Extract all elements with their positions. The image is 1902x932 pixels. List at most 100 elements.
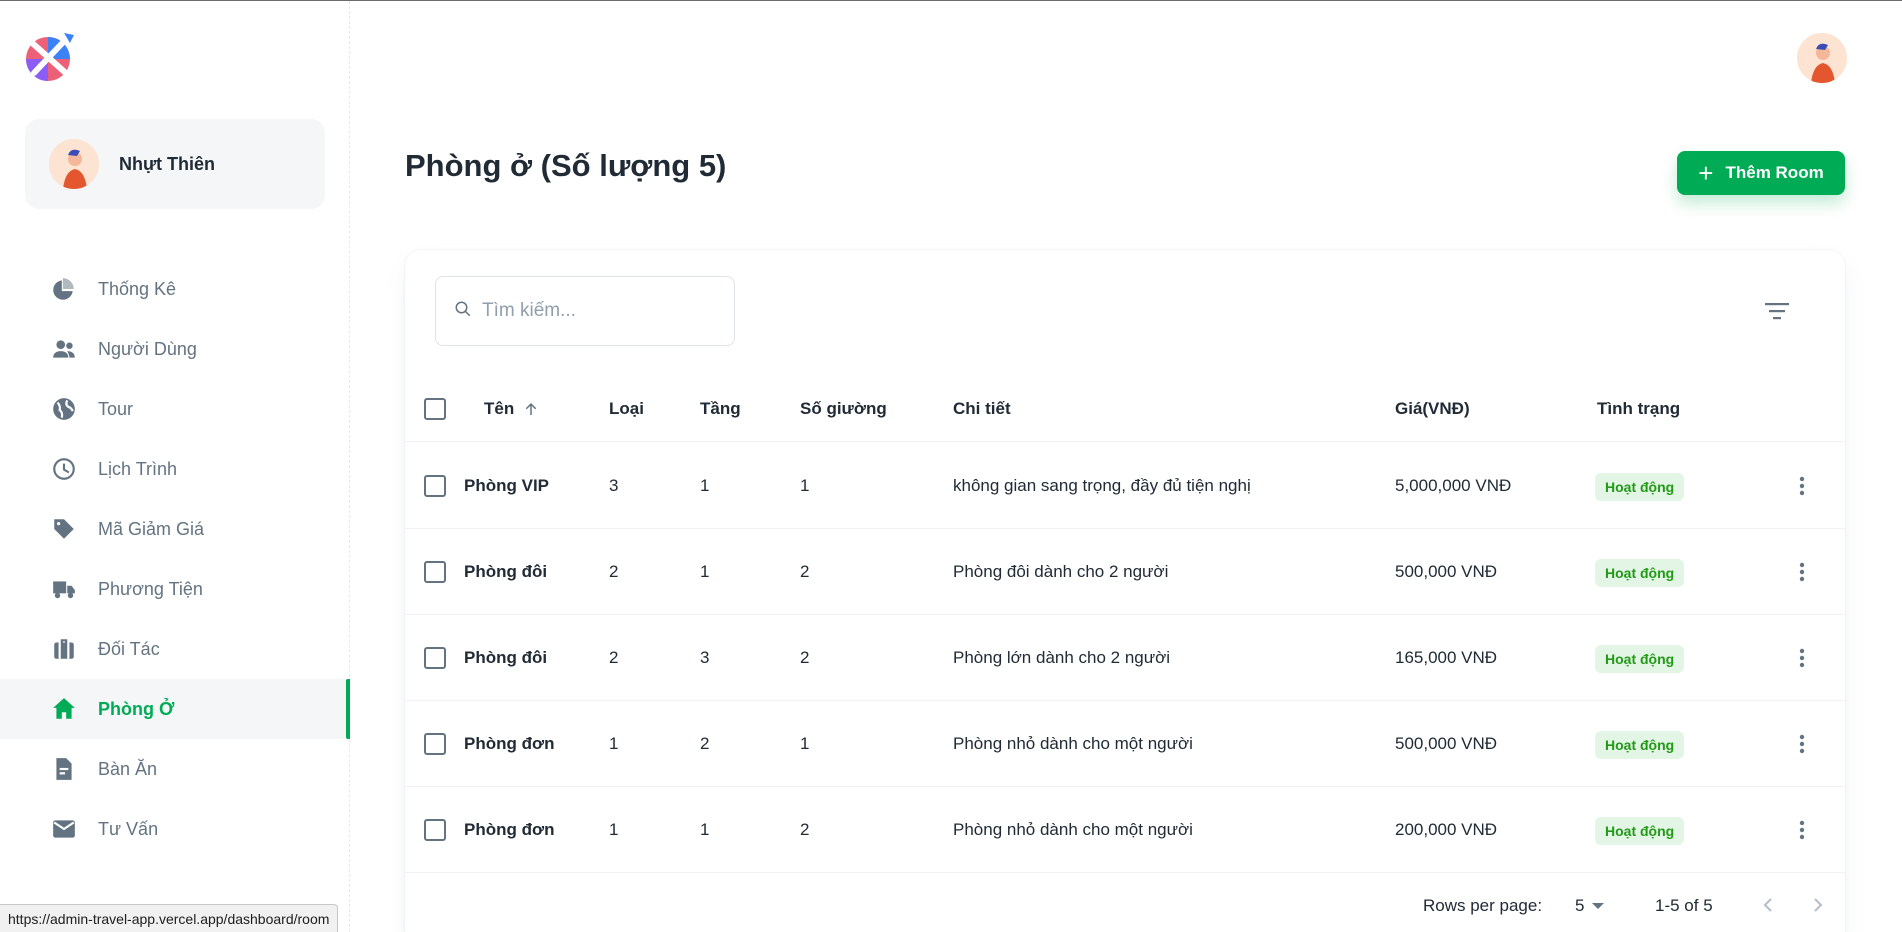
sidebar-item-label: Phòng Ở [98, 698, 175, 719]
sidebar-item-label: Người Dùng [98, 338, 197, 359]
sidebar-item-ban-an[interactable]: Bàn Ăn [0, 739, 350, 799]
sidebar-item-phong-o[interactable]: Phòng Ở [0, 679, 350, 739]
room-beds: 2 [800, 562, 810, 581]
rows-per-page-label: Rows per page: [1423, 896, 1543, 915]
column-header-beds[interactable]: Số giường [800, 376, 887, 442]
more-vertical-icon[interactable] [1790, 560, 1814, 584]
truck-icon [50, 575, 78, 603]
room-floor: 2 [700, 734, 710, 753]
people-icon [50, 335, 78, 363]
room-detail: Phòng đôi dành cho 2 người [953, 562, 1169, 581]
row-checkbox[interactable] [424, 647, 446, 669]
room-beds: 1 [800, 734, 810, 753]
filter-list-button[interactable] [1761, 296, 1793, 326]
table-row[interactable]: Phòng VIP 3 1 1 không gian sang trọng, đ… [405, 443, 1845, 529]
status-badge: Hoạt động [1595, 731, 1685, 759]
room-beds: 2 [800, 648, 810, 667]
sidebar-item-label: Lịch Trình [98, 458, 178, 479]
select-all-checkbox[interactable] [424, 398, 446, 420]
room-type: 3 [609, 476, 619, 495]
more-vertical-icon[interactable] [1790, 818, 1814, 842]
column-header-detail[interactable]: Chi tiết [953, 376, 1011, 442]
sidebar-item-label: Đối Tác [98, 638, 160, 659]
room-floor: 3 [700, 648, 710, 667]
sidebar-item-nguoi-dung[interactable]: Người Dùng [0, 319, 350, 379]
room-beds: 1 [800, 476, 810, 495]
globe-icon [50, 395, 78, 423]
status-badge: Hoạt động [1595, 473, 1685, 501]
sidebar-item-lich-trinh[interactable]: Lịch Trình [0, 439, 350, 499]
search-input[interactable] [482, 300, 712, 322]
more-vertical-icon[interactable] [1790, 474, 1814, 498]
user-name: Nhựt Thiên [119, 153, 216, 174]
row-checkbox[interactable] [424, 733, 446, 755]
sidebar-item-phuong-tien[interactable]: Phương Tiện [0, 559, 350, 619]
rooms-table-card: Tên Loại Tầng Số giường Chi tiết Giá(VNĐ… [405, 250, 1845, 932]
clock-icon [50, 455, 78, 483]
column-header-floor[interactable]: Tầng [700, 376, 741, 442]
row-checkbox[interactable] [424, 561, 446, 583]
sort-arrow-up-icon [525, 403, 537, 415]
column-header-price[interactable]: Giá(VNĐ) [1395, 376, 1470, 442]
add-room-label: Thêm Room [1725, 163, 1824, 182]
sidebar-item-label: Phương Tiện [98, 578, 203, 599]
room-price: 500,000 VNĐ [1395, 734, 1498, 753]
room-detail: không gian sang trọng, đầy đủ tiện nghị [953, 476, 1251, 495]
sidebar-item-tour[interactable]: Tour [0, 379, 350, 439]
room-name: Phòng đơn [464, 734, 555, 753]
page-range: 1-5 of 5 [1655, 896, 1713, 915]
page-title: Phòng ở (Số lượng 5) [405, 148, 727, 183]
row-checkbox[interactable] [424, 819, 446, 841]
tag-icon [50, 515, 78, 543]
column-header-name[interactable]: Tên [484, 376, 540, 442]
column-header-type[interactable]: Loại [609, 376, 644, 442]
sidebar-item-label: Tư Vấn [98, 818, 159, 839]
row-checkbox[interactable] [424, 475, 446, 497]
sidebar: Nhựt Thiên Thống Kê Người Dùng Tour Lịch… [0, 1, 350, 932]
status-badge: Hoạt động [1595, 645, 1685, 673]
sidebar-item-doi-tac[interactable]: Đối Tác [0, 619, 350, 679]
search-icon [454, 300, 472, 323]
room-detail: Phòng nhỏ dành cho một người [953, 820, 1193, 839]
more-vertical-icon[interactable] [1790, 646, 1814, 670]
file-text-icon [50, 755, 78, 783]
header-avatar[interactable] [1797, 33, 1847, 83]
status-badge: Hoạt động [1595, 817, 1685, 845]
rows-per-page-select[interactable]: 5 [1575, 896, 1605, 916]
sidebar-item-ma-giam-gia[interactable]: Mã Giảm Giá [0, 499, 350, 559]
app-logo[interactable] [24, 31, 76, 83]
chevron-down-icon [1592, 903, 1605, 909]
room-name: Phòng đơn [464, 820, 555, 839]
sidebar-item-tu-van[interactable]: Tư Vấn [0, 799, 350, 859]
previous-page-button[interactable] [1755, 892, 1781, 918]
add-room-button[interactable]: + Thêm Room [1677, 151, 1845, 195]
room-name: Phòng đôi [464, 562, 548, 581]
room-detail: Phòng lớn dành cho 2 người [953, 648, 1171, 667]
sidebar-item-label: Tour [98, 398, 134, 419]
briefcase-icon [50, 635, 78, 663]
search-box[interactable] [435, 276, 735, 346]
plus-icon: + [1698, 158, 1714, 188]
chevron-right-icon [1814, 898, 1823, 912]
sidebar-item-label: Mã Giảm Giá [98, 518, 205, 539]
table-row[interactable]: Phòng đơn 1 1 2 Phòng nhỏ dành cho một n… [405, 787, 1845, 873]
room-name: Phòng VIP [464, 476, 549, 495]
column-header-status[interactable]: Tình trạng [1597, 376, 1680, 442]
next-page-button[interactable] [1805, 892, 1831, 918]
room-price: 200,000 VNĐ [1395, 820, 1498, 839]
room-floor: 1 [700, 820, 710, 839]
room-price: 165,000 VNĐ [1395, 648, 1498, 667]
sidebar-item-thong-ke[interactable]: Thống Kê [0, 259, 350, 319]
room-beds: 2 [800, 820, 810, 839]
table-row[interactable]: Phòng đôi 2 3 2 Phòng lớn dành cho 2 ngư… [405, 615, 1845, 701]
account-card[interactable]: Nhựt Thiên [25, 119, 325, 209]
room-name: Phòng đôi [464, 648, 548, 667]
room-price: 500,000 VNĐ [1395, 562, 1498, 581]
home-icon [50, 695, 78, 723]
more-vertical-icon[interactable] [1790, 732, 1814, 756]
filter-icon [1765, 303, 1789, 320]
table-row[interactable]: Phòng đơn 1 2 1 Phòng nhỏ dành cho một n… [405, 701, 1845, 787]
table-row[interactable]: Phòng đôi 2 1 2 Phòng đôi dành cho 2 ngư… [405, 529, 1845, 615]
browser-status-url: https://admin-travel-app.vercel.app/dash… [0, 904, 339, 932]
mail-icon [50, 815, 78, 843]
